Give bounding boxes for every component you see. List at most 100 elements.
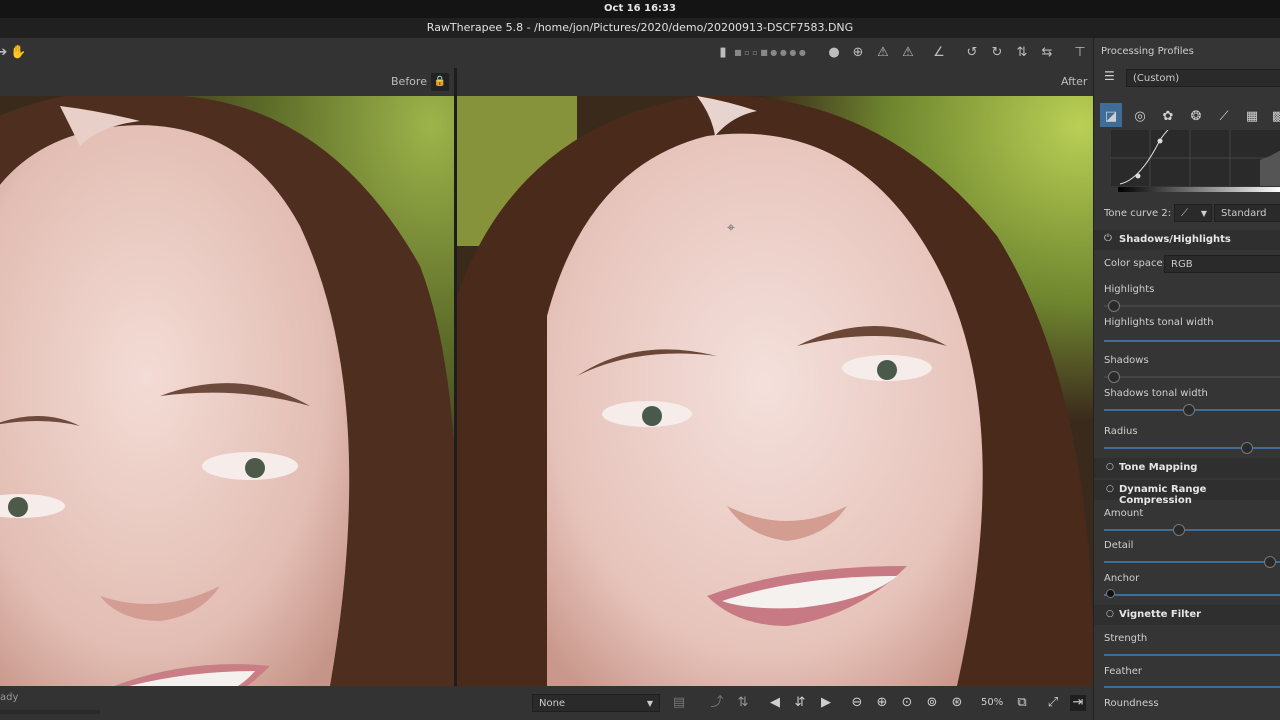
metadata-tab-icon[interactable]: ▩ [1269,108,1280,126]
profile-select[interactable]: (Custom) [1126,69,1280,87]
shadows-tonal-width-label: Shadows tonal width [1104,388,1208,399]
curve-gradient-bar [1118,187,1280,192]
highlights-knob[interactable] [1108,300,1120,312]
before-preview-image[interactable] [0,96,454,686]
power-icon[interactable]: ○ [1106,484,1114,494]
crosshair-cursor-icon: ⌖ [727,220,735,236]
tone-curve-type-select[interactable]: ⟋ ▼ [1174,204,1212,222]
color-space-value: RGB [1171,259,1193,270]
zoom-fit-crop-icon[interactable]: ⊚ [924,695,940,711]
shadows-slider[interactable] [1104,376,1280,378]
send-to-editor-icon[interactable]: ⤴ [709,695,725,711]
anchor-knob[interactable] [1106,589,1115,598]
toggle-right-panel-icon[interactable]: ⇥ [1070,695,1086,711]
exposure-tab-icon[interactable]: ◪ [1102,108,1120,126]
lock-icon[interactable]: 🔒 [431,73,449,91]
advanced-tab-icon[interactable]: ❂ [1187,108,1205,126]
compare-icon[interactable]: ⇅ [735,695,751,711]
flip-horizontal-icon[interactable]: ⇆ [1039,45,1055,61]
hand-tool-icon[interactable]: ✋ [10,45,26,61]
window-title: RawTherapee 5.8 - /home/jon/Pictures/202… [426,21,854,34]
shadows-label: Shadows [1104,355,1149,366]
status-text: ady [0,692,19,703]
radius-label: Radius [1104,426,1138,437]
after-preview-image[interactable]: ⌖ [457,96,1093,686]
detail-knob[interactable] [1264,556,1276,568]
vignette-filter-title: Vignette Filter [1119,609,1202,620]
clock: Oct 16 16:33 [604,3,676,14]
tone-mapping-header[interactable]: ○ Tone Mapping [1094,458,1280,478]
color-space-label: Color space: [1104,258,1166,269]
detail-tab-icon[interactable]: ◎ [1131,108,1149,126]
power-icon[interactable]: ⏻ [1104,233,1112,244]
roundness-label: Roundness [1104,698,1159,709]
amount-label: Amount [1104,508,1144,519]
detail-slider[interactable] [1104,561,1280,563]
shadows-highlights-header[interactable]: ⏻ Shadows/Highlights [1094,230,1280,250]
channel-preview-icons[interactable]: ■ ▫ ▫ ■ ● ● ● ● [730,45,810,61]
after-label: After [1061,75,1088,88]
raw-tab-icon[interactable]: ▦ [1243,108,1261,126]
processing-profiles-header: Processing Profiles [1101,46,1194,57]
curve-shape-icon: ⟋ [1181,208,1188,219]
zoom-fit-icon[interactable]: ⊙ [899,695,915,711]
snapshot-select-value: None [539,698,566,709]
shadows-tonal-width-knob[interactable] [1183,404,1195,416]
color-tab-icon[interactable]: ✿ [1159,108,1177,126]
drc-header[interactable]: ○ Dynamic Range Compression [1094,480,1280,506]
shadow-warning-icon[interactable]: ⚠ [875,45,891,61]
clipping-indicator-icon[interactable]: ⊕ [850,45,866,61]
preview-label-bar: Before 🔒 After [0,68,1093,96]
right-tool-panel: Processing Profiles ☰ (Custom) ◪ ◎ ✿ ❂ ⟋… [1093,38,1280,720]
previous-image-icon[interactable]: ◀ [767,695,783,711]
new-detail-window-icon[interactable]: ⧉ [1014,695,1030,711]
chevron-down-icon: ▼ [646,699,653,708]
crop-angle-icon[interactable]: ∠ [931,45,947,61]
amount-slider[interactable] [1104,529,1280,531]
detail-label: Detail [1104,540,1134,551]
fullscreen-icon[interactable]: ⤢ [1045,695,1061,711]
zoom-100-icon[interactable]: ⊛ [949,695,965,711]
chevron-down-icon: ▼ [1200,209,1207,218]
snapshot-select[interactable]: None ▼ [532,694,660,712]
editor-toolbar: ➔ ✋ ▮ ■ ▫ ▫ ■ ● ● ● ● ● ⊕ ⚠ ⚠ ∠ ↺ ↻ ⇅ ⇆ … [0,38,1093,68]
window-title-bar: RawTherapee 5.8 - /home/jon/Pictures/202… [0,18,1280,38]
arrow-icon[interactable]: ➔ [0,45,10,61]
focus-mask-icon[interactable]: ● [826,45,842,61]
shadows-knob[interactable] [1108,371,1120,383]
tone-curve-mode-select[interactable]: Standard [1214,204,1280,222]
zoom-in-icon[interactable]: ⊕ [874,695,890,711]
rotate-left-icon[interactable]: ↺ [964,45,980,61]
highlight-warning-icon[interactable]: ⚠ [900,45,916,61]
editor-bottom-bar: ady None ▼ ▤ ⤴ ⇅ ◀ ⇵ ▶ ⊖ ⊕ ⊙ ⊚ ⊛ 50% ⧉ ⤢… [0,686,1093,720]
radius-knob[interactable] [1241,442,1253,454]
highlights-slider[interactable] [1104,305,1280,307]
anchor-slider[interactable] [1104,594,1280,596]
profile-select-value: (Custom) [1133,73,1180,84]
amount-knob[interactable] [1173,524,1185,536]
profile-list-icon[interactable]: ☰ [1104,69,1120,85]
next-image-icon[interactable]: ▶ [818,695,834,711]
feather-slider[interactable] [1104,686,1280,688]
flip-vertical-icon[interactable]: ⇅ [1014,45,1030,61]
strength-slider[interactable] [1104,654,1280,656]
transform-tab-icon[interactable]: ⟋ [1215,108,1233,126]
before-portrait-photo [0,96,454,686]
zoom-out-icon[interactable]: ⊖ [849,695,865,711]
bg-color-selector-icon[interactable]: ▮ [718,45,728,61]
color-space-select[interactable]: RGB [1164,255,1280,273]
vignette-filter-header[interactable]: ○ Vignette Filter [1094,605,1280,625]
power-icon[interactable]: ○ [1106,609,1114,619]
radius-slider[interactable] [1104,447,1280,449]
rotate-right-icon[interactable]: ↻ [989,45,1005,61]
feather-label: Feather [1104,666,1143,677]
tone-mapping-title: Tone Mapping [1119,462,1198,473]
filmstrip-icon[interactable]: ▤ [669,695,689,711]
shadows-highlights-title: Shadows/Highlights [1119,234,1231,245]
tone-curve-editor[interactable] [1110,130,1280,186]
strength-label: Strength [1104,633,1148,644]
sync-icon[interactable]: ⇵ [792,695,808,711]
toggle-top-panel-icon[interactable]: ⊤ [1072,45,1088,61]
highlights-tonal-width-slider[interactable] [1104,340,1280,342]
power-icon[interactable]: ○ [1106,462,1114,472]
